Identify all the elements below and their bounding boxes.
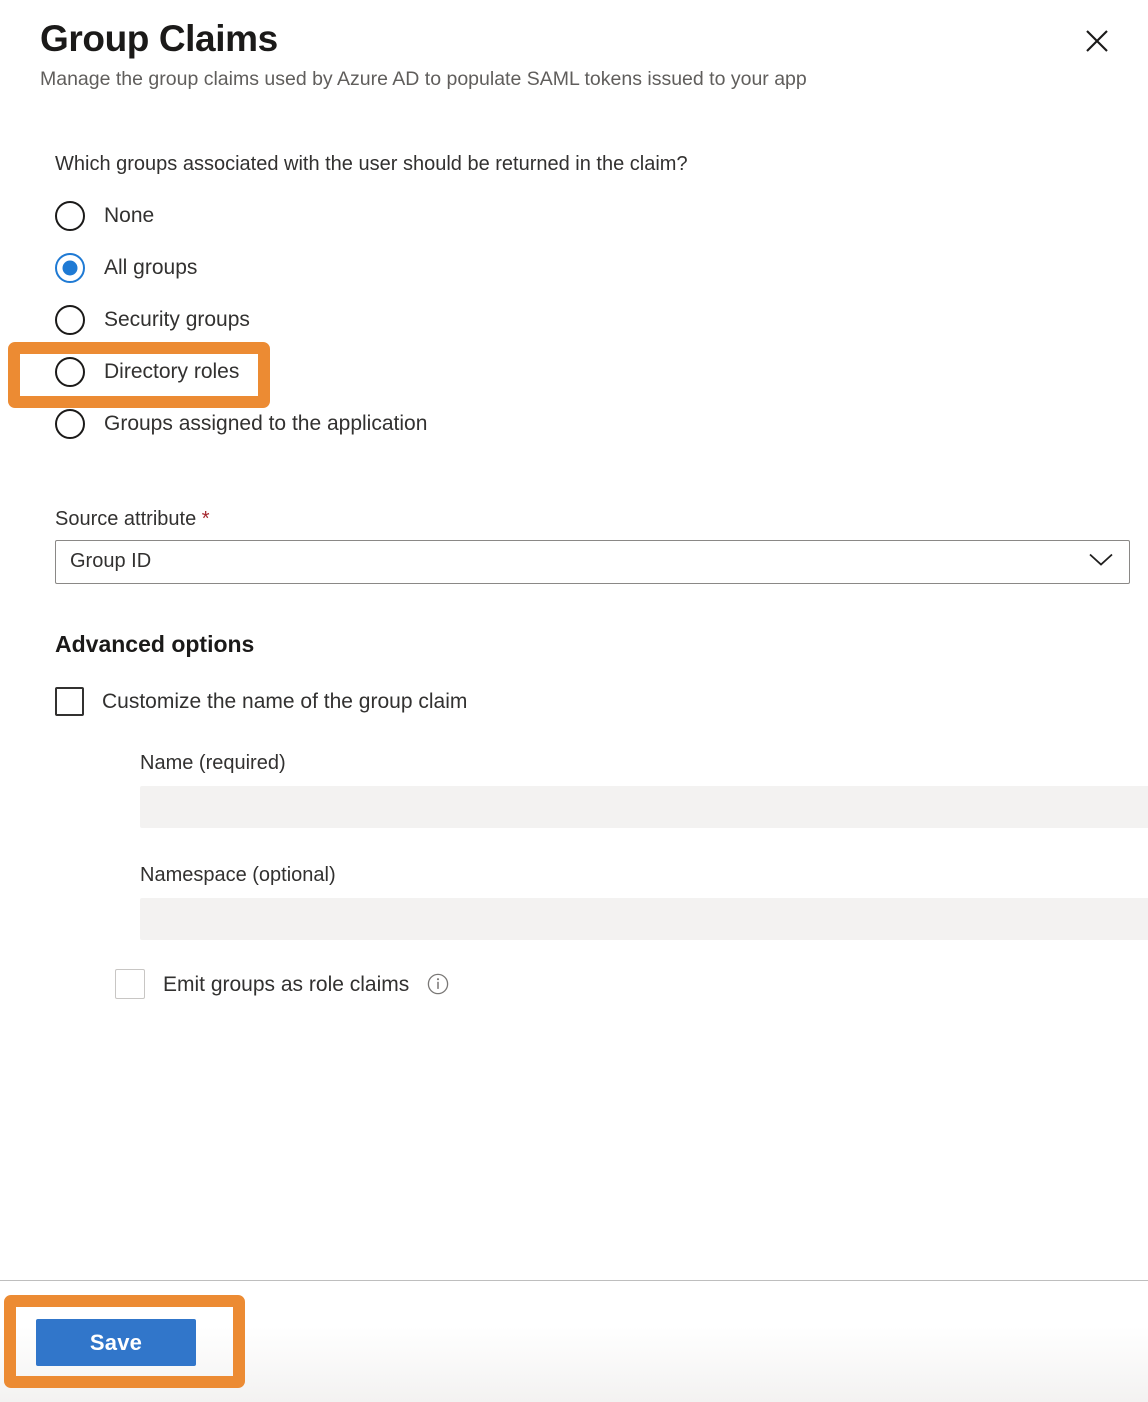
radio-label: Security groups — [104, 308, 250, 332]
page-title: Group Claims — [40, 18, 278, 59]
panel-body: Which groups associated with the user sh… — [0, 92, 1148, 1280]
checkbox-indicator — [55, 687, 84, 717]
name-field-label: Name (required) — [140, 752, 286, 775]
radio-label: Groups assigned to the application — [104, 412, 428, 436]
radio-indicator — [55, 356, 85, 387]
source-attribute-label: Source attribute * — [55, 508, 1108, 531]
radio-option-all-groups[interactable]: All groups — [40, 242, 1108, 294]
radio-label: None — [104, 204, 155, 228]
save-button[interactable]: Save — [36, 1319, 196, 1366]
close-button[interactable] — [1076, 20, 1118, 62]
panel-header: Group Claims Manage the group claims use… — [0, 0, 1148, 92]
radio-option-groups-assigned-to-application[interactable]: Groups assigned to the application — [40, 398, 1108, 450]
source-attribute-label-text: Source attribute — [55, 507, 197, 530]
source-attribute-select-wrapper: Group ID — [55, 539, 1130, 584]
advanced-options-heading: Advanced options — [55, 630, 255, 657]
checkbox-emit-groups-as-role-claims[interactable]: Emit groups as role claims — [115, 969, 1108, 1000]
checkbox-indicator — [115, 969, 145, 1000]
source-attribute-value: Group ID — [70, 550, 152, 573]
checkbox-label: Customize the name of the group claim — [102, 690, 468, 714]
required-asterisk: * — [201, 507, 210, 530]
checkbox-customize-group-claim-name[interactable]: Customize the name of the group claim — [55, 687, 1108, 717]
radio-option-none[interactable]: None — [40, 190, 1108, 242]
radio-label: Directory roles — [104, 360, 240, 384]
name-field-block: Name (required) — [140, 752, 1148, 829]
radio-indicator-selected — [55, 252, 85, 283]
source-attribute-field: Source attribute * Group ID — [40, 508, 1130, 584]
namespace-field-block: Namespace (optional) — [140, 864, 1148, 941]
namespace-field-label: Namespace (optional) — [140, 864, 336, 887]
name-field-input[interactable] — [140, 786, 1148, 829]
panel-footer: Save — [0, 1280, 1148, 1402]
source-attribute-select[interactable]: Group ID — [55, 539, 1130, 584]
group-claims-question: Which groups associated with the user sh… — [55, 152, 688, 175]
radio-option-security-groups[interactable]: Security groups — [40, 294, 1108, 346]
group-claims-panel: Group Claims Manage the group claims use… — [0, 0, 1148, 1402]
radio-indicator — [55, 200, 85, 231]
checkbox-label: Emit groups as role claims — [163, 972, 410, 996]
radio-indicator — [55, 408, 85, 439]
radio-label: All groups — [104, 256, 198, 280]
group-claims-radio-group: None All groups Security groups Director… — [40, 190, 1108, 450]
info-icon[interactable] — [426, 972, 450, 996]
radio-option-directory-roles[interactable]: Directory roles — [40, 346, 1108, 398]
page-subtitle: Manage the group claims used by Azure AD… — [40, 68, 807, 91]
close-icon — [1083, 27, 1111, 55]
namespace-field-input[interactable] — [140, 898, 1148, 941]
radio-indicator — [55, 304, 85, 335]
